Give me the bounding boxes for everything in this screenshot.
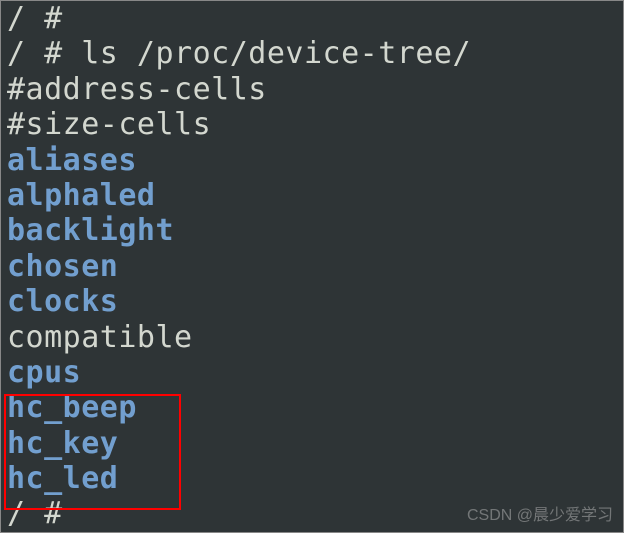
entry-aliases: aliases xyxy=(7,143,617,178)
entry-backlight: backlight xyxy=(7,213,617,248)
entry-compatible: compatible xyxy=(7,320,617,355)
entry-alphaled: alphaled xyxy=(7,178,617,213)
entry-address-cells: #address-cells xyxy=(7,72,617,107)
prompt-line: / # xyxy=(7,1,617,36)
entry-chosen: chosen xyxy=(7,249,617,284)
command-line[interactable]: / # ls /proc/device-tree/ xyxy=(7,36,617,71)
entry-hc-key: hc_key xyxy=(7,426,617,461)
entry-size-cells: #size-cells xyxy=(7,107,617,142)
watermark-text: CSDN @晨少爱学习 xyxy=(467,507,613,526)
entry-clocks: clocks xyxy=(7,284,617,319)
entry-hc-beep: hc_beep xyxy=(7,390,617,425)
entry-cpus: cpus xyxy=(7,355,617,390)
entry-hc-led: hc_led xyxy=(7,461,617,496)
